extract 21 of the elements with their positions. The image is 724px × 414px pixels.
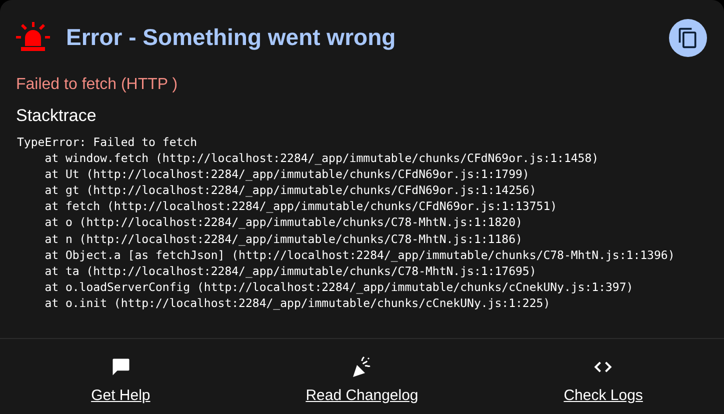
- action-link[interactable]: Check Logs: [564, 387, 643, 404]
- error-title: Error - Something went wrong: [66, 24, 397, 50]
- stacktrace-line: TypeError: Failed to fetch: [17, 134, 198, 150]
- stacktrace-line: at gt (http://localhost:2284/_app/immutable/chunks/CFdN69or.js:1:14256): [44, 182, 536, 198]
- stacktrace-line: at window.fetch (http://localhost:2284/_app/immutable/chunks/CFdN69or.js:1:1458): [44, 150, 599, 166]
- stacktrace-line: at Ut (http://localhost:2284/_app/immutable/chunks/CFdN69or.js:1:1799): [44, 166, 530, 182]
- stacktrace-line: at n (http://localhost:2284/_app/immutable/chunks/C78-MhtN.js:1:1186): [44, 230, 522, 247]
- action-link[interactable]: Get Help: [91, 387, 150, 404]
- chat-bubble-icon: [110, 356, 132, 378]
- stacktrace-line: at o (http://localhost:2284/_app/immutable/chunks/C78-MhtN.js:1:1820): [44, 214, 522, 231]
- stacktrace-heading: Stacktrace: [16, 106, 98, 126]
- alarm-light-icon: [16, 22, 50, 52]
- stacktrace-line: at fetch (http://localhost:2284/_app/immutable/chunks/CFdN69or.js:1:13751): [44, 198, 558, 214]
- stacktrace-line: at o.loadServerConfig (http://localhost:2284/_app/immutable/chunks/cCnekUNy.js:1:397): [44, 278, 634, 295]
- action-link[interactable]: Read Changelog: [306, 387, 418, 404]
- error-message: Failed to fetch (HTTP ): [16, 76, 179, 94]
- copy-button[interactable]: [669, 19, 707, 57]
- stacktrace-line: at o.init (http://localhost:2284/_app/immutable/chunks/cCnekUNy.js:1:225): [44, 294, 550, 312]
- stacktrace-line: at Object.a [as fetchJson] (http://localhost:2284/_app/immutable/chunks/C78-MhtN.js:1:1396): [44, 246, 675, 263]
- stacktrace-line: at ta (http://localhost:2284/_app/immutable/chunks/C78-MhtN.js:1:17695): [44, 262, 536, 279]
- copy-icon: [677, 27, 699, 49]
